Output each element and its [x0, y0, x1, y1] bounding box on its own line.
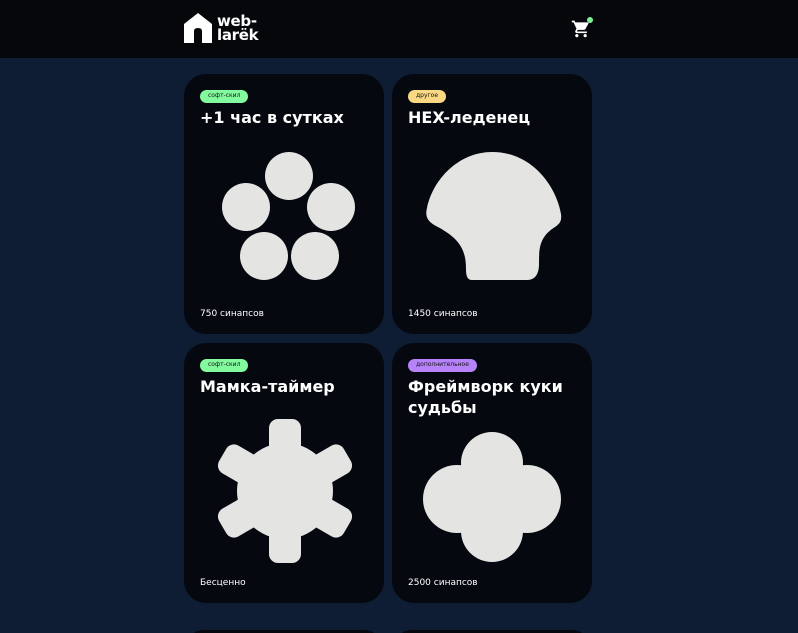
- category-badge: софт-скил: [200, 90, 249, 103]
- product-card[interactable]: софт-скил Мамка-таймер Бесценно: [184, 343, 384, 603]
- card-price: 750 синапсов: [200, 309, 264, 319]
- gear-icon: [217, 419, 353, 563]
- card-title: HEX-леденец: [408, 108, 531, 127]
- category-badge: дополнительное: [408, 359, 477, 372]
- product-card[interactable]: софт-скил +1 час в сутках 750 синапсов: [184, 74, 384, 334]
- logo[interactable]: web- larёk: [183, 12, 287, 44]
- logo-text: web- larёk: [217, 14, 287, 44]
- category-badge: другое: [408, 90, 447, 103]
- clover-icon: [423, 432, 561, 562]
- card-price: 1450 синапсов: [408, 309, 478, 319]
- card-price: Бесценно: [200, 578, 246, 588]
- product-card[interactable]: другое HEX-леденец 1450 синапсов: [392, 74, 592, 334]
- card-title: +1 час в сутках: [200, 108, 344, 127]
- cart-indicator: [587, 17, 593, 23]
- card-title: Фреймворк куки судьбы: [408, 377, 563, 417]
- five-circles-icon: [222, 152, 355, 280]
- category-badge: софт-скил: [200, 359, 249, 372]
- header: web- larёk: [0, 0, 798, 58]
- product-card[interactable]: дополнительное Фреймворк куки судьбы 250…: [392, 343, 592, 603]
- house-icon: [184, 13, 212, 43]
- card-price: 2500 синапсов: [408, 578, 478, 588]
- logo-text-line-2: larёk: [217, 26, 259, 44]
- shell-icon: [426, 152, 562, 280]
- cart-button[interactable]: [571, 17, 593, 39]
- card-title: Мамка-таймер: [200, 377, 335, 396]
